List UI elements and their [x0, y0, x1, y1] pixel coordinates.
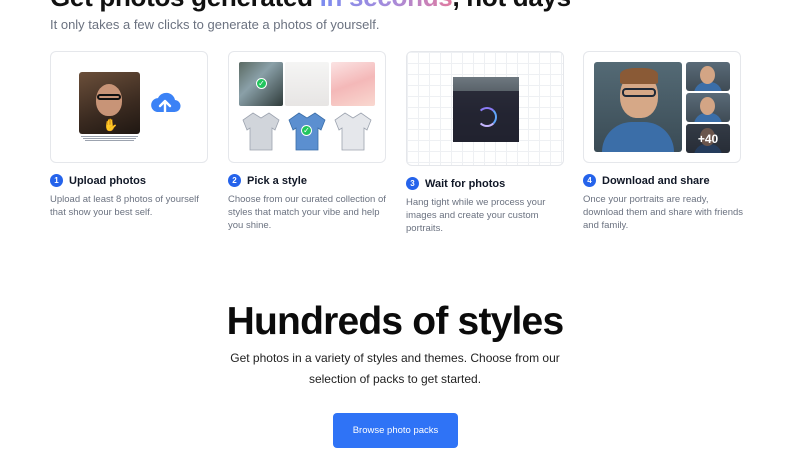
upload-photos-card: ✋	[50, 51, 208, 163]
photo-stack-line	[83, 138, 136, 139]
processing-portrait-image	[453, 77, 519, 142]
portrait-thumbnail	[686, 62, 730, 91]
hero-headline: Get photos generated in seconds, not day…	[50, 0, 571, 13]
headline-part2: , not days	[452, 0, 571, 12]
upload-cloud-icon	[151, 92, 181, 116]
step-title-text: Wait for photos	[425, 177, 506, 190]
portrait-thumbnail-more: +40	[686, 124, 730, 153]
style-tile-image	[331, 62, 375, 106]
download-share-card: +40	[583, 51, 741, 163]
jacket-light-image	[334, 112, 372, 151]
jacket-grey-image	[242, 112, 280, 151]
photo-stack-line	[81, 136, 138, 137]
browse-photo-packs-button[interactable]: Browse photo packs	[333, 413, 458, 448]
step-number-badge: 4	[583, 174, 596, 187]
step-2-title: 2 Pick a style	[228, 174, 307, 187]
check-icon: ✓	[256, 78, 267, 89]
pick-style-card: ✓ ✓	[228, 51, 386, 163]
styles-section-description: Get photos in a variety of styles and th…	[230, 351, 560, 386]
step-4-title: 4 Download and share	[583, 174, 710, 187]
hand-cursor-icon: ✋	[103, 118, 118, 132]
hero-subheading: It only takes a few clicks to generate a…	[50, 17, 380, 32]
step-1-title: 1 Upload photos	[50, 174, 146, 187]
step-number-badge: 2	[228, 174, 241, 187]
portrait-thumbnail	[686, 93, 730, 122]
loading-spinner-icon	[477, 107, 497, 127]
step-2-description: Choose from our curated collection of st…	[228, 194, 386, 231]
step-3-title: 3 Wait for photos	[406, 177, 505, 190]
step-3-description: Hang tight while we process your images …	[406, 197, 546, 234]
generated-portrait-image	[594, 62, 682, 152]
style-tile-image	[285, 62, 329, 106]
step-title-text: Upload photos	[69, 174, 146, 187]
wait-photos-card	[406, 51, 564, 166]
step-title-text: Download and share	[602, 174, 710, 187]
check-icon: ✓	[301, 125, 312, 136]
headline-part1: Get photos generated	[50, 0, 320, 12]
step-1-description: Upload at least 8 photos of yourself tha…	[50, 194, 199, 218]
more-photos-count: +40	[686, 124, 730, 153]
step-title-text: Pick a style	[247, 174, 307, 187]
step-4-description: Once your portraits are ready, download …	[583, 194, 744, 231]
uploaded-selfie-image: ✋	[79, 72, 140, 134]
step-number-badge: 3	[406, 177, 419, 190]
photo-stack-line	[85, 140, 134, 141]
headline-highlight: in seconds	[320, 0, 453, 12]
styles-section-title: Hundreds of styles	[226, 300, 564, 343]
step-number-badge: 1	[50, 174, 63, 187]
